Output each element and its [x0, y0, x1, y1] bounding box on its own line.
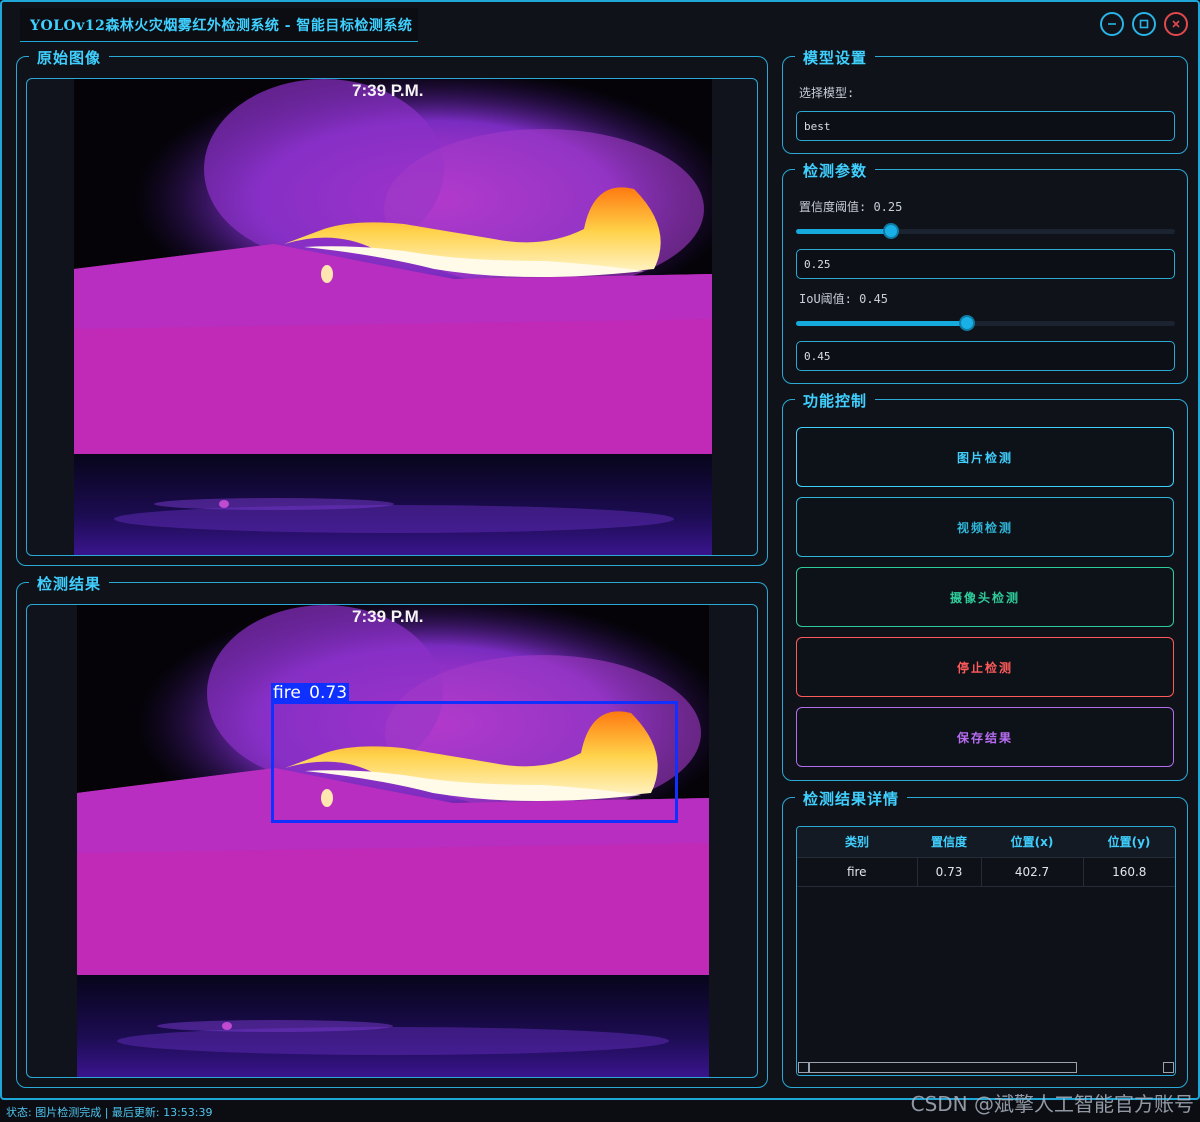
iou-slider[interactable]: [796, 315, 1175, 331]
results-detail-title: 检测结果详情: [795, 788, 908, 809]
conf-slider-fill: [796, 229, 891, 234]
scroll-thumb[interactable]: [809, 1062, 1077, 1073]
image-detect-label: 图片检测: [956, 450, 1013, 465]
image-detect-button[interactable]: 图片检测: [796, 427, 1174, 487]
conf-threshold-label: 置信度阈值: 0.25: [799, 200, 903, 214]
result-timestamp: 7:39 P.M.: [352, 607, 424, 626]
title-bar[interactable]: YOLOv12森林火灾烟雾红外检测系统 - 智能目标检测系统: [2, 2, 1198, 44]
cell-class: fire: [797, 857, 918, 887]
cell-x: 402.7: [981, 857, 1084, 887]
iou-value-input[interactable]: 0.45: [796, 341, 1175, 371]
controls-title: 功能控制: [795, 390, 876, 411]
table-row[interactable]: fire 0.73 402.7 160.8: [797, 857, 1175, 887]
camera-detect-button[interactable]: 摄像头检测: [796, 567, 1174, 627]
title-tab: YOLOv12森林火灾烟雾红外检测系统 - 智能目标检测系统: [20, 8, 419, 42]
col-class[interactable]: 类别: [797, 827, 917, 858]
detection-box: [271, 701, 678, 823]
status-text: 状态: 图片检测完成 | 最后更新: 13:53:39: [6, 1105, 213, 1119]
result-image-frame: 7:39 P.M. fire 0.73: [26, 604, 758, 1078]
conf-value-input[interactable]: 0.25: [796, 249, 1175, 279]
iou-slider-fill: [796, 321, 967, 326]
conf-slider[interactable]: [796, 223, 1175, 239]
original-timestamp: 7:39 P.M.: [352, 81, 424, 100]
detection-label-text: fire 0.73: [273, 683, 348, 703]
detect-params-title: 检测参数: [795, 160, 876, 181]
original-image-frame: 7:39 P.M.: [26, 78, 758, 556]
camera-detect-label: 摄像头检测: [949, 590, 1020, 605]
col-y[interactable]: 位置(y): [1083, 827, 1175, 858]
video-detect-label: 视频检测: [956, 520, 1013, 535]
model-select[interactable]: best: [796, 111, 1175, 141]
watermark: CSDN @斌擎人工智能官方账号: [910, 1092, 1194, 1116]
minimize-icon[interactable]: [1100, 12, 1124, 36]
iou-threshold-label: IoU阈值: 0.45: [799, 292, 889, 306]
close-icon[interactable]: [1164, 12, 1188, 36]
result-thermal-image: 7:39 P.M. fire 0.73: [77, 605, 709, 1077]
iou-slider-handle[interactable]: [958, 315, 975, 331]
maximize-icon[interactable]: [1132, 12, 1156, 36]
table-header-row: 类别 置信度 位置(x) 位置(y): [797, 827, 1175, 858]
cell-confidence: 0.73: [917, 857, 982, 887]
video-detect-button[interactable]: 视频检测: [796, 497, 1174, 557]
scroll-right-arrow[interactable]: [1163, 1062, 1174, 1073]
original-image-title: 原始图像: [29, 47, 110, 68]
scroll-left-arrow[interactable]: [798, 1062, 809, 1073]
select-model-label: 选择模型:: [799, 86, 855, 100]
main-window: YOLOv12森林火灾烟雾红外检测系统 - 智能目标检测系统 原始图像 7:39…: [0, 0, 1200, 1100]
col-x[interactable]: 位置(x): [981, 827, 1083, 858]
window-title: YOLOv12森林火灾烟雾红外检测系统 - 智能目标检测系统: [30, 17, 413, 34]
detection-box-label: fire 0.73: [271, 683, 350, 703]
result-image-title: 检测结果: [29, 573, 110, 594]
horizontal-scrollbar[interactable]: [797, 1061, 1175, 1075]
original-thermal-image: 7:39 P.M.: [74, 79, 712, 555]
stop-detect-label: 停止检测: [956, 660, 1013, 675]
cell-y: 160.8: [1083, 857, 1175, 887]
window-controls: [1100, 12, 1188, 36]
conf-slider-handle[interactable]: [882, 223, 899, 239]
col-confidence[interactable]: 置信度: [917, 827, 981, 858]
save-results-label: 保存结果: [956, 730, 1013, 745]
save-results-button[interactable]: 保存结果: [796, 707, 1174, 767]
results-table[interactable]: 类别 置信度 位置(x) 位置(y) fire 0.73 402.7 160.8: [796, 826, 1176, 1076]
stop-detect-button[interactable]: 停止检测: [796, 637, 1174, 697]
model-settings-title: 模型设置: [795, 47, 876, 68]
